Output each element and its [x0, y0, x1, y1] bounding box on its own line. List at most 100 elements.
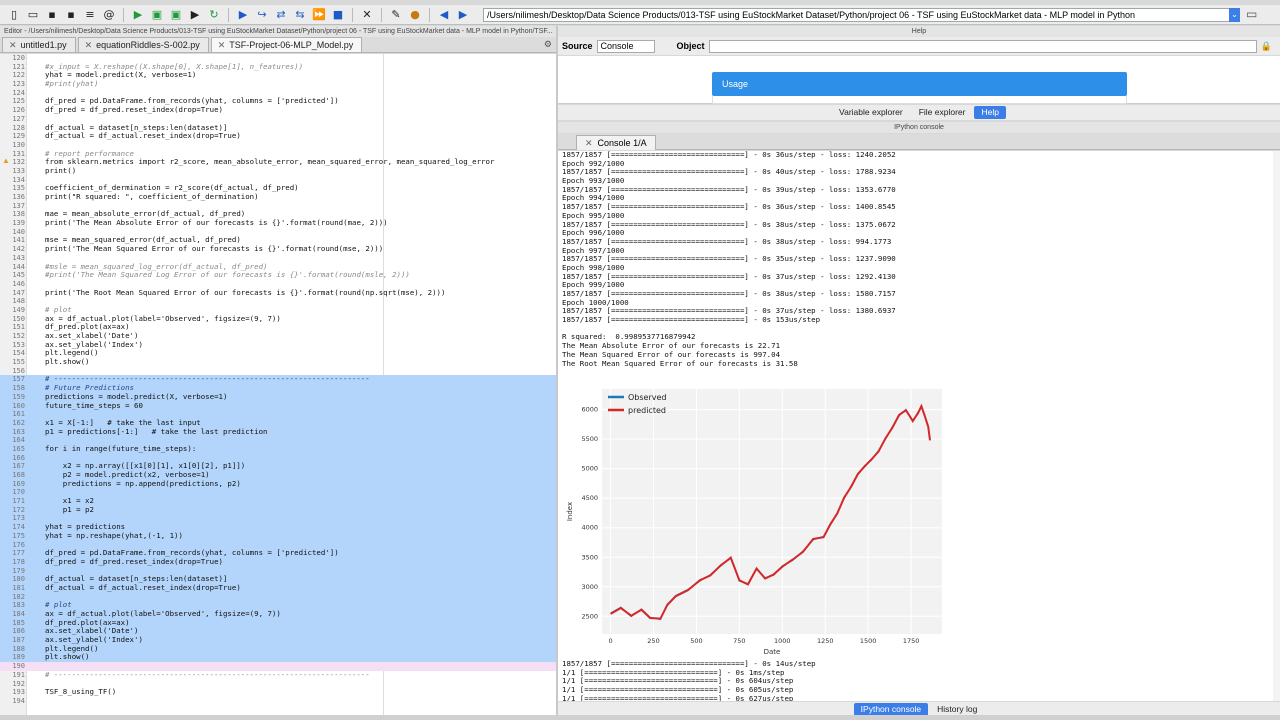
line-number: 153 — [12, 340, 25, 349]
python-path-icon[interactable]: ● — [407, 8, 423, 22]
run-file-icon[interactable]: ▶ — [130, 8, 146, 22]
line-text: print() — [45, 165, 77, 175]
code-line[interactable]: 133 print() — [0, 165, 556, 176]
line-number: 186 — [12, 627, 25, 636]
code-line[interactable]: 145 #print('The Mean Squared Log Error of… — [0, 270, 556, 280]
ipython-console-output[interactable]: 1857/1857 [=============================… — [558, 151, 1280, 701]
line-number: 120 — [12, 54, 25, 62]
console-line: 1/1 [==============================] - 0… — [562, 693, 794, 701]
close-icon[interactable]: ✕ — [218, 40, 226, 50]
line-number: 140 — [12, 227, 25, 236]
status-bar — [0, 715, 1280, 720]
forward-icon[interactable]: ▶ — [455, 8, 471, 22]
line-number: 163 — [12, 427, 25, 436]
new-file-icon[interactable]: ▯ — [6, 8, 22, 22]
tab-variable-explorer[interactable]: Variable explorer — [832, 106, 910, 119]
plot-area — [602, 389, 942, 634]
close-icon[interactable]: ✕ — [585, 138, 593, 148]
stop-icon[interactable]: ■ — [330, 8, 346, 22]
code-line[interactable]: 147 print('The Root Mean Squared Error of… — [0, 288, 556, 298]
run-cell-advance-icon[interactable]: ▣ — [168, 8, 184, 22]
code-line[interactable]: 194 — [0, 697, 556, 706]
line-number: 135 — [12, 184, 25, 193]
source-select[interactable]: Console — [596, 39, 655, 53]
code-line[interactable]: 129 df_actual = df_actual.reset_index(dro… — [0, 131, 556, 141]
line-number: 154 — [12, 349, 25, 358]
continue-icon[interactable]: ⏩ — [311, 8, 327, 22]
code-line[interactable]: 181 df_actual = df_actual.reset_index(dro… — [0, 583, 556, 593]
code-line[interactable]: 155 plt.show() — [0, 357, 556, 367]
line-number: 177 — [12, 549, 25, 558]
step-icon[interactable]: ↪ — [254, 8, 270, 22]
back-icon[interactable]: ◀ — [436, 8, 452, 22]
code-line[interactable]: 193 TSF_8_using_TF() — [0, 687, 556, 697]
tab-tsf-project[interactable]: ✕ TSF-Project-06-MLP_Model.py — [210, 37, 363, 52]
object-field[interactable] — [708, 39, 1257, 53]
tab-console-1a[interactable]: ✕ Console 1/A — [576, 135, 656, 150]
help-toolbar: Source Console Object 🔒 — [558, 37, 1280, 55]
warning-icon[interactable]: ▲ — [2, 156, 10, 165]
code-line[interactable]: 191 # -----------------------------------… — [0, 670, 556, 680]
at-icon[interactable]: @ — [101, 8, 117, 22]
code-line[interactable]: 169 predictions = np.append(predictions,… — [0, 479, 556, 489]
run-cell-icon[interactable]: ▣ — [149, 8, 165, 22]
save-all-icon[interactable]: ▪ — [63, 8, 79, 22]
code-line[interactable]: 123 #print(yhat) — [0, 79, 556, 89]
line-number: 147 — [12, 288, 25, 297]
line-number: 128 — [12, 123, 25, 132]
working-directory-field[interactable]: /Users/nilimesh/Desktop/Data Science Pro… — [483, 8, 1240, 22]
save-icon[interactable]: ▪ — [44, 8, 60, 22]
debug-icon[interactable]: ▶ — [235, 8, 251, 22]
code-line[interactable]: 175 yhat = np.reshape(yhat,(-1, 1)) — [0, 530, 556, 541]
browse-folder-icon[interactable]: ▭ — [1246, 7, 1257, 21]
code-line[interactable]: 139 print('The Mean Absolute Error of our… — [0, 218, 556, 228]
code-line[interactable]: 182 — [0, 592, 556, 602]
line-number: 142 — [12, 245, 25, 254]
code-line[interactable]: 189 plt.show() — [0, 653, 556, 663]
step-into-icon[interactable]: ⇄ — [273, 8, 289, 22]
code-line[interactable]: 132 from sklearn.metrics import r2_score,… — [0, 158, 556, 167]
re-run-icon[interactable]: ↻ — [206, 8, 222, 22]
console-line: 1857/1857 [=============================… — [562, 151, 896, 159]
code-line[interactable]: 163 p1 = predictions[-1:] # take the last… — [0, 427, 556, 437]
maximize-icon[interactable]: ✕ — [359, 8, 375, 22]
line-text: print("R squared: ", coefficient_of_derm… — [45, 192, 259, 201]
tab-help[interactable]: Help — [974, 106, 1006, 119]
line-number: 150 — [12, 314, 25, 323]
line-number: 151 — [12, 323, 25, 332]
line-number: 125 — [12, 97, 25, 106]
console-line: 1857/1857 [=============================… — [562, 202, 896, 212]
run-selection-icon[interactable]: ▶ — [187, 8, 203, 22]
gear-icon[interactable]: ⚙ — [544, 39, 552, 50]
close-icon[interactable]: ✕ — [85, 40, 93, 50]
line-number: 166 — [12, 453, 25, 462]
line-number: 143 — [12, 253, 25, 262]
code-line[interactable]: 160 future_time_steps = 60 — [0, 401, 556, 411]
legend-entry: Observed — [628, 393, 667, 402]
code-line[interactable]: 172 p1 = p2 — [0, 505, 556, 515]
code-line[interactable]: 126 df_pred = df_pred.reset_index(drop=Tr… — [0, 105, 556, 115]
open-file-icon[interactable]: ▭ — [25, 8, 41, 22]
code-line[interactable]: 178 df_pred = df_pred.reset_index(drop=Tr… — [0, 557, 556, 567]
line-number: 187 — [12, 636, 25, 645]
code-line[interactable]: 136 print("R squared: ", coefficient_of_d… — [0, 192, 556, 202]
preferences-icon[interactable]: ✎ — [388, 8, 404, 22]
code-lines: 120 121 #x_input = X.reshape((X.shape[0], … — [0, 54, 556, 706]
code-line[interactable]: 148 — [0, 297, 556, 306]
tab-untitled1[interactable]: ✕ untitled1.py — [2, 37, 76, 52]
tab-file-explorer[interactable]: File explorer — [912, 106, 973, 119]
code-line[interactable]: 165 for i in range(future_time_steps): — [0, 444, 556, 454]
step-out-icon[interactable]: ⇆ — [292, 8, 308, 22]
chevron-down-icon[interactable]: ⌄ — [1229, 8, 1240, 22]
lock-icon[interactable]: 🔒 — [1261, 41, 1272, 52]
line-number: 133 — [12, 166, 25, 175]
x-tick-label: 250 — [647, 637, 659, 645]
close-icon[interactable]: ✕ — [9, 40, 17, 50]
line-number: 149 — [12, 305, 25, 314]
code-editor[interactable]: 120 121 #x_input = X.reshape((X.shape[0], … — [0, 54, 556, 720]
code-line[interactable]: 142 print('The Mean Squared Error of our … — [0, 244, 556, 254]
list-icon[interactable]: ≡ — [82, 8, 98, 22]
tab-equation-riddles[interactable]: ✕ equationRiddles-S-002.py — [77, 37, 209, 52]
console-scrollbar[interactable] — [1273, 151, 1280, 701]
line-text: yhat = np.reshape(yhat,(-1, 1)) — [45, 530, 183, 540]
